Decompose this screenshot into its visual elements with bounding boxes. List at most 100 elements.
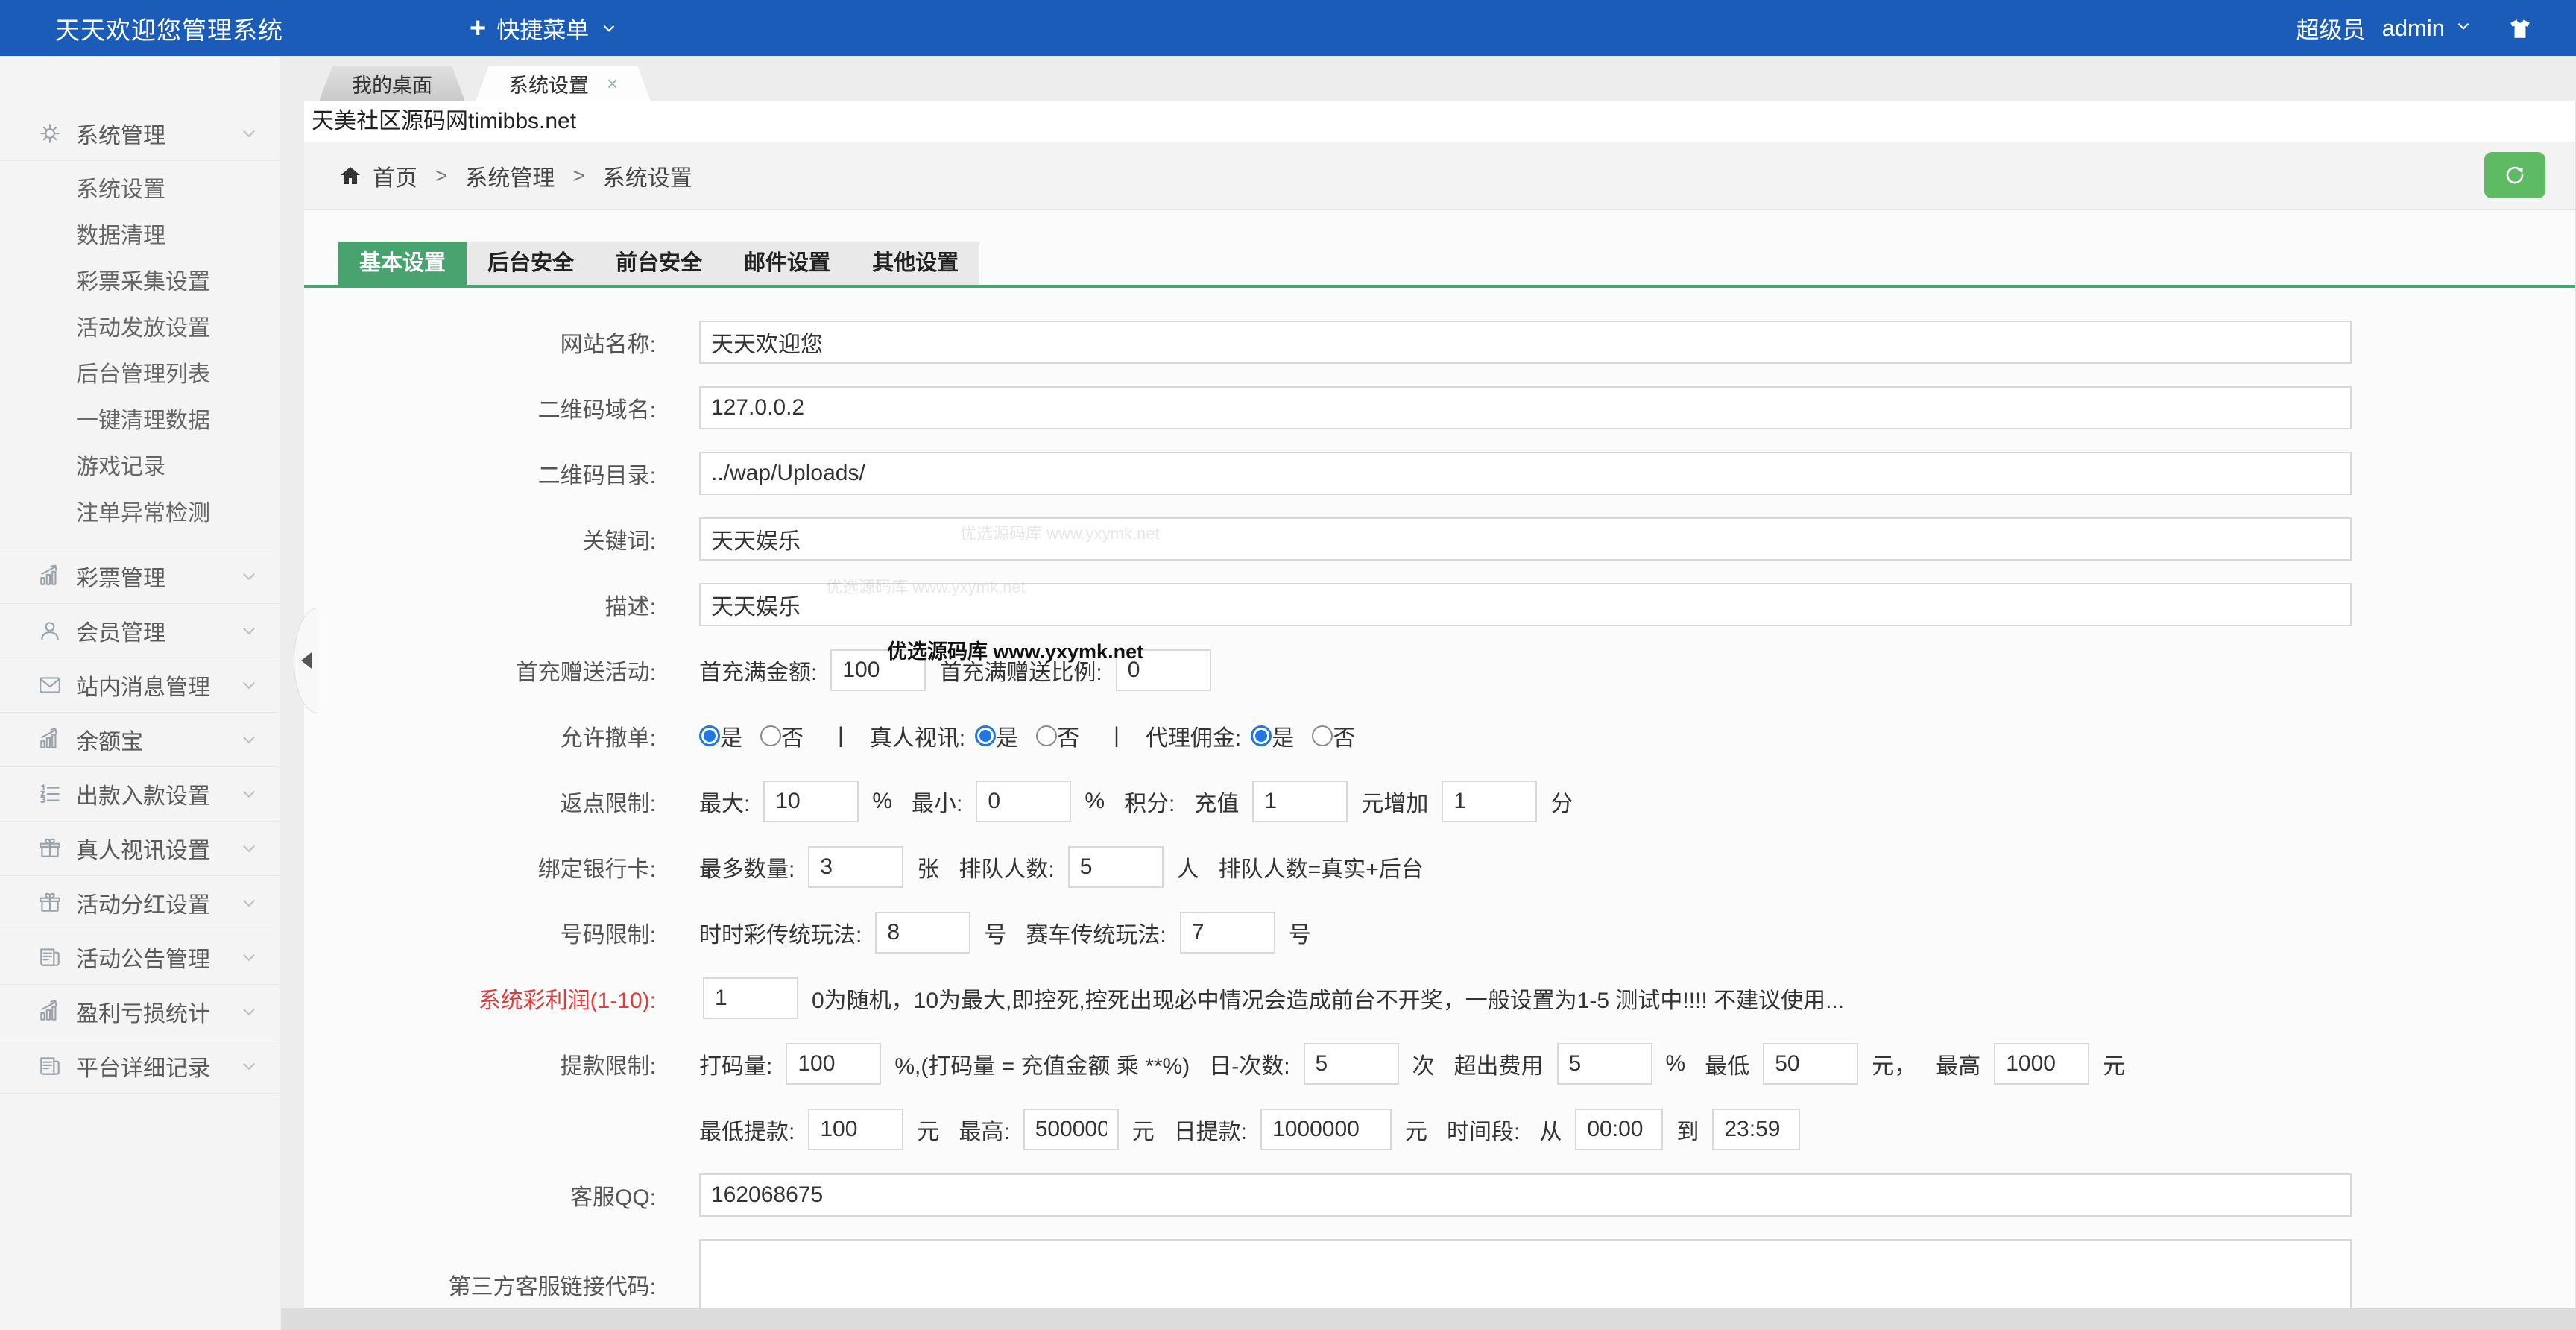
radio-selected[interactable] — [699, 725, 720, 746]
sidebar-item[interactable]: 彩票采集设置 — [0, 259, 280, 306]
radio-unselected[interactable] — [1312, 725, 1333, 746]
quick-menu-button[interactable]: + 快捷菜单 — [470, 11, 619, 45]
sidebar-item[interactable]: 后台管理列表 — [0, 352, 280, 398]
close-icon[interactable]: × — [607, 74, 618, 93]
topbar-right: 超级员 admin — [2296, 11, 2533, 45]
field-label: 返点限制: — [304, 785, 656, 818]
form-input[interactable] — [1994, 1043, 2089, 1085]
form-input[interactable] — [1304, 1043, 1399, 1085]
field-label: 首充赠送活动: — [304, 654, 656, 687]
settings-tab[interactable]: 后台安全 — [467, 242, 595, 285]
breadcrumb-item[interactable]: 系统设置 — [603, 160, 692, 192]
sidebar-group[interactable]: 会员管理 — [0, 604, 280, 658]
sidebar-item[interactable]: 数据清理 — [0, 213, 280, 259]
settings-tab[interactable]: 邮件设置 — [723, 242, 851, 285]
form-input[interactable] — [1252, 781, 1348, 822]
sidebar-group[interactable]: 平台详细记录 — [0, 1039, 280, 1094]
sidebar-group[interactable]: 活动分红设置 — [0, 876, 280, 930]
sidebar-item[interactable]: 系统设置 — [0, 167, 280, 213]
radio-option[interactable]: 否 — [1312, 719, 1373, 752]
form-input[interactable] — [1023, 1109, 1119, 1150]
sidebar-group[interactable]: 彩票管理 — [0, 549, 280, 604]
form-input[interactable] — [763, 781, 859, 822]
watermark-faint: 优选源码库 www.yxymk.net — [826, 574, 1026, 598]
form-input[interactable] — [699, 452, 2352, 495]
form-input[interactable] — [808, 1109, 903, 1150]
form-input[interactable] — [1180, 912, 1275, 954]
settings-form: 网站名称:二维码域名:二维码目录:关键词:描述:首充赠送活动:首充满金额:首充满… — [304, 288, 2575, 1308]
form-input[interactable] — [1712, 1109, 1800, 1150]
field-group — [699, 1239, 2352, 1308]
field-label: 允许撤单: — [304, 719, 656, 752]
form-row: 返点限制: 最大:%最小:%积分:充值元增加分 — [304, 780, 2575, 823]
form-input[interactable] — [1442, 781, 1537, 822]
username-menu[interactable]: admin — [2382, 15, 2445, 42]
form-textarea[interactable] — [699, 1239, 2352, 1308]
sidebar-group[interactable]: 系统管理 — [0, 107, 280, 161]
form-input[interactable] — [699, 517, 2352, 561]
form-input[interactable] — [699, 1173, 2352, 1217]
breadcrumb-bar: 首页 > 系统管理 > 系统设置 — [304, 142, 2575, 210]
sidebar-item[interactable]: 活动发放设置 — [0, 306, 280, 352]
field-text: 最大: — [699, 785, 750, 818]
form-row: 描述: — [304, 583, 2575, 626]
sidebar-collapse-handle[interactable] — [294, 608, 318, 713]
sidebar-group[interactable]: 盈利亏损统计 — [0, 985, 280, 1039]
breadcrumb-item[interactable]: 系统管理 — [465, 160, 555, 192]
refresh-button[interactable] — [2484, 152, 2545, 198]
form-input[interactable] — [1763, 1043, 1858, 1085]
chevron-down-icon — [238, 783, 260, 805]
form-row: 首充赠送活动:首充满金额:首充满赠送比例: — [304, 649, 2575, 692]
form-input[interactable] — [703, 977, 798, 1019]
sidebar-group[interactable]: 余额宝 — [0, 713, 280, 767]
sidebar-item[interactable]: 游戏记录 — [0, 444, 280, 491]
tab-my-desktop[interactable]: 我的桌面 — [319, 66, 465, 101]
field-text: 元， — [1872, 1047, 1916, 1080]
sidebar-group[interactable]: 真人视讯设置 — [0, 822, 280, 876]
settings-tab[interactable]: 基本设置 — [338, 242, 467, 285]
sidebar-group[interactable]: 站内消息管理 — [0, 658, 280, 713]
radio-selected[interactable] — [975, 725, 996, 746]
sidebar-group[interactable]: 活动公告管理 — [0, 930, 280, 985]
breadcrumb-home[interactable]: 首页 — [373, 160, 417, 192]
radio-unselected[interactable] — [1036, 725, 1057, 746]
form-input[interactable] — [808, 846, 903, 888]
settings-tab[interactable]: 其他设置 — [851, 242, 979, 285]
form-input[interactable] — [699, 386, 2352, 429]
form-input[interactable] — [1068, 846, 1164, 888]
main-panel: 天美社区源码网timibbs.net 首页 > 系统管理 > 系统设置 基本设置… — [304, 101, 2576, 1308]
theme-tshirt-icon[interactable] — [2507, 16, 2533, 41]
site-note: 天美社区源码网timibbs.net — [304, 101, 2575, 142]
list-icon — [37, 781, 64, 807]
sidebar-item[interactable]: 一键清理数据 — [0, 398, 280, 444]
radio-unselected[interactable] — [760, 725, 781, 746]
sidebar-item[interactable]: 注单异常检测 — [0, 491, 280, 537]
sidebar-group[interactable]: 出款入款设置 — [0, 767, 280, 822]
form-input[interactable] — [1260, 1109, 1392, 1150]
field-label: 客服QQ: — [304, 1179, 656, 1211]
form-input[interactable] — [699, 321, 2352, 364]
form-input[interactable] — [875, 912, 970, 954]
settings-tab[interactable]: 前台安全 — [595, 242, 723, 285]
radio-option[interactable]: 否 — [1036, 719, 1097, 752]
form-input[interactable] — [1557, 1043, 1652, 1085]
radio-selected[interactable] — [1251, 725, 1272, 746]
radio-option[interactable]: 是 — [975, 719, 1036, 752]
form-input[interactable] — [1575, 1109, 1663, 1150]
field-text: %,(打码量 = 充值金额 乘 **%) — [894, 1047, 1190, 1080]
form-input[interactable] — [976, 781, 1071, 822]
radio-option[interactable]: 是 — [1251, 719, 1312, 752]
field-group: 最大:%最小:%积分:充值元增加分 — [699, 781, 1582, 822]
field-text: 排队人数=真实+后台 — [1219, 851, 1424, 883]
field-text: % — [1666, 1051, 1686, 1077]
watermark-faint: 优选源码库 www.yxymk.net — [960, 520, 1160, 544]
field-label: 系统彩利润(1-10): — [304, 982, 656, 1015]
form-input[interactable] — [786, 1043, 881, 1085]
field-text: 排队人数: — [959, 851, 1054, 883]
radio-option[interactable]: 是 — [699, 719, 760, 752]
field-separator: | — [1114, 723, 1120, 748]
radio-option[interactable]: 否 — [760, 719, 821, 752]
user-role: 超级员 — [2296, 11, 2366, 45]
tab-system-settings[interactable]: 系统设置 × — [476, 66, 651, 101]
sidebar-group-label: 活动公告管理 — [76, 941, 210, 974]
